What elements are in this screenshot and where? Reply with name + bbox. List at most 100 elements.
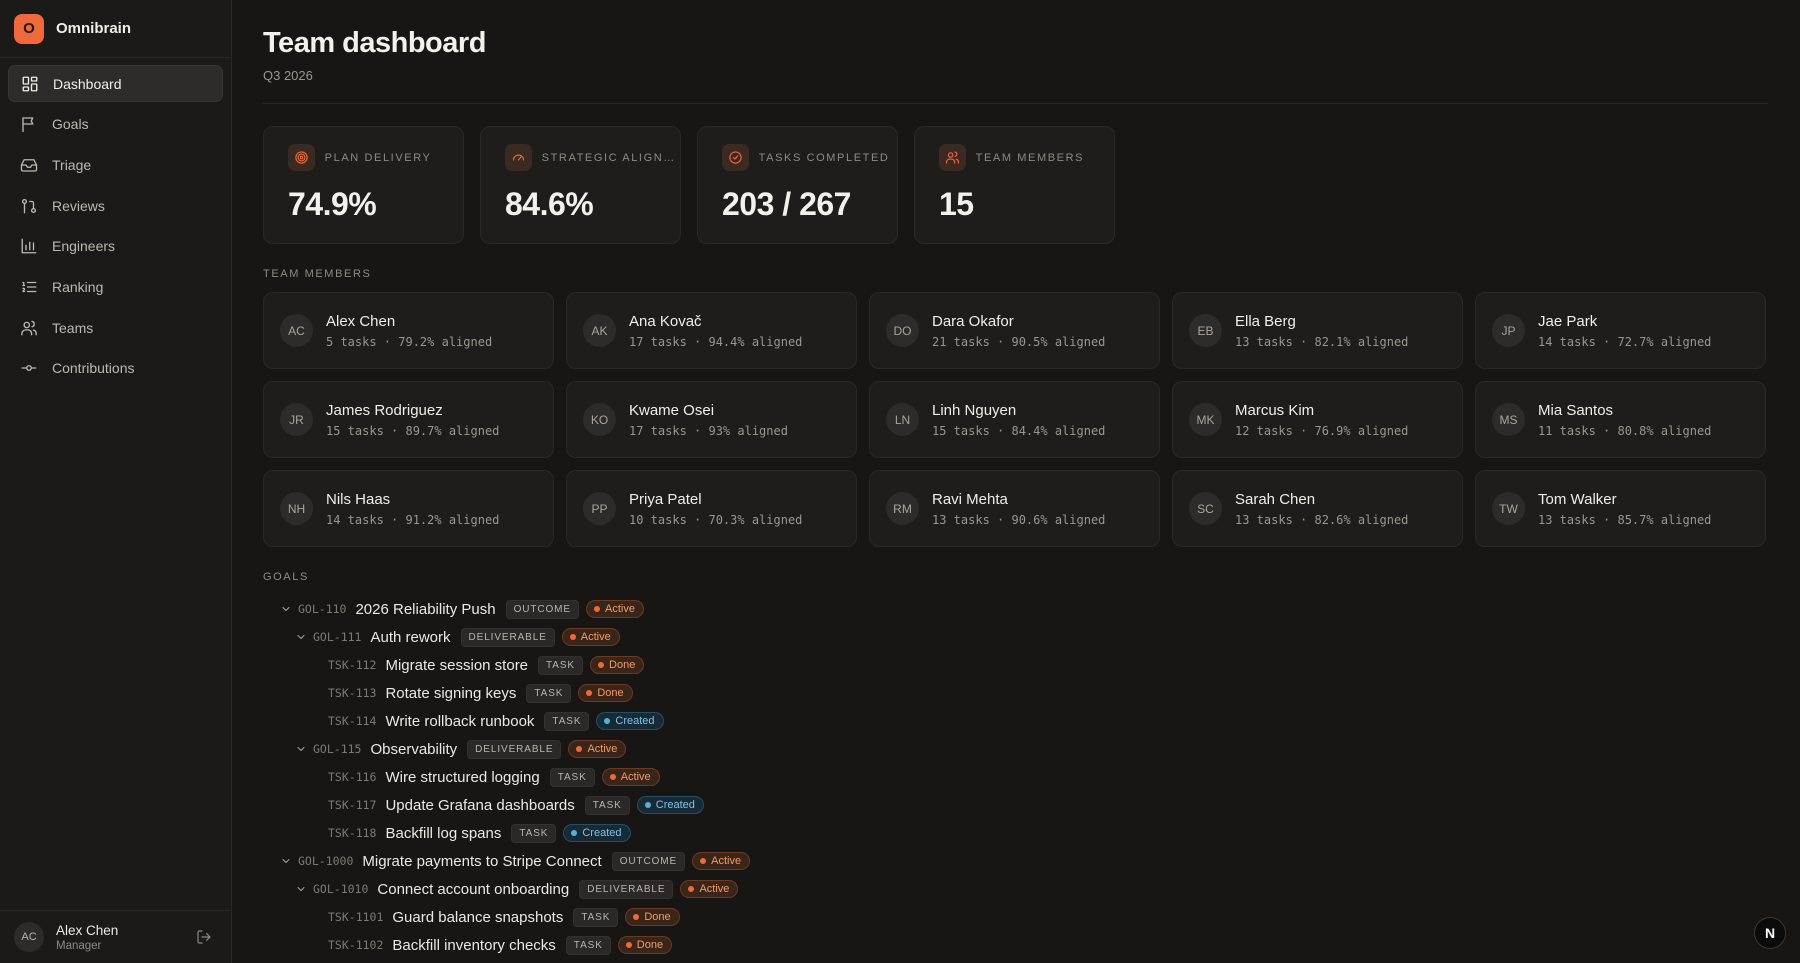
sidebar-item-triage[interactable]: Triage <box>8 146 223 183</box>
item-title[interactable]: Migrate payments to Stripe Connect <box>362 853 601 870</box>
member-stats: 17 tasks · 94.4% aligned <box>629 334 803 349</box>
chevron-down-icon[interactable] <box>295 631 307 643</box>
avatar: DO <box>886 314 919 347</box>
status-badge: Done <box>625 908 680 926</box>
member-card[interactable]: DO Dara Okafor 21 tasks · 90.5% aligned <box>869 292 1160 369</box>
item-title[interactable]: 2026 Reliability Push <box>355 601 495 618</box>
avatar: SC <box>1189 492 1222 525</box>
status-label: Active <box>699 883 730 895</box>
sidebar-item-reviews[interactable]: Reviews <box>8 187 223 224</box>
goal-row[interactable]: GOL-1000 Migrate payments to Stripe Conne… <box>263 847 1768 875</box>
avatar: LN <box>886 403 919 436</box>
status-badge: Active <box>680 880 739 898</box>
member-card[interactable]: TW Tom Walker 13 tasks · 85.7% aligned <box>1475 470 1766 547</box>
task-row[interactable]: TSK-1101 Guard balance snapshots TASK Done <box>263 903 1768 931</box>
next-logo-button[interactable]: N <box>1754 917 1786 949</box>
chevron-down-icon[interactable] <box>280 855 292 867</box>
item-title[interactable]: Rotate signing keys <box>385 685 516 702</box>
item-id: GOL-1000 <box>298 854 354 868</box>
member-card[interactable]: KO Kwame Osei 17 tasks · 93% aligned <box>566 381 857 458</box>
item-title[interactable]: Backfill inventory checks <box>392 937 555 954</box>
avatar: AC <box>280 314 313 347</box>
member-card[interactable]: AC Alex Chen 5 tasks · 79.2% aligned <box>263 292 554 369</box>
user-avatar: AC <box>14 922 44 952</box>
task-row[interactable]: TSK-118 Backfill log spans TASK Created <box>263 819 1768 847</box>
item-title[interactable]: Migrate session store <box>385 657 528 674</box>
sidebar-item-teams[interactable]: Teams <box>8 309 223 346</box>
stat-label: STRATEGIC ALIGNMENT <box>541 151 680 164</box>
item-id: TSK-1102 <box>328 938 384 952</box>
task-row[interactable]: TSK-113 Rotate signing keys TASK Done <box>263 679 1768 707</box>
member-name: Ana Kovač <box>629 312 702 330</box>
member-card[interactable]: RM Ravi Mehta 13 tasks · 90.6% aligned <box>869 470 1160 547</box>
git-commit-icon <box>20 359 38 377</box>
sidebar-item-label: Reviews <box>52 197 105 214</box>
gauge-icon <box>505 144 532 171</box>
member-card[interactable]: EB Ella Berg 13 tasks · 82.1% aligned <box>1172 292 1463 369</box>
user-profile[interactable]: AC Alex Chen Manager <box>0 910 232 963</box>
task-row[interactable]: TSK-1102 Backfill inventory checks TASK Don… <box>263 931 1768 959</box>
bar-chart-icon <box>20 237 38 255</box>
member-card[interactable]: NH Nils Haas 14 tasks · 91.2% aligned <box>263 470 554 547</box>
task-row[interactable]: TSK-114 Write rollback runbook TASK Created <box>263 707 1768 735</box>
status-label: Active <box>580 631 611 643</box>
inbox-icon <box>20 156 38 174</box>
chevron-down-icon[interactable] <box>295 883 307 895</box>
member-stats: 13 tasks · 90.6% aligned <box>932 512 1106 527</box>
item-title[interactable]: Connect account onboarding <box>377 881 569 898</box>
sidebar-item-engineers[interactable]: Engineers <box>8 228 223 265</box>
goal-row[interactable]: GOL-110 2026 Reliability Push OUTCOME Activ… <box>263 595 1768 623</box>
member-name: Nils Haas <box>326 490 391 508</box>
sidebar-item-label: Ranking <box>52 278 104 295</box>
task-row[interactable]: TSK-112 Migrate session store TASK Done <box>263 651 1768 679</box>
status-label: Active <box>711 855 742 867</box>
stat-card-tasks-completed: TASKS COMPLETED 203 / 267 <box>697 126 898 244</box>
member-card[interactable]: SC Sarah Chen 13 tasks · 82.6% aligned <box>1172 470 1463 547</box>
chevron-down-icon[interactable] <box>295 743 307 755</box>
status-badge: Created <box>636 796 704 814</box>
goal-row[interactable]: GOL-111 Auth rework DELIVERABLE Active <box>263 623 1768 651</box>
type-badge: TASK <box>573 907 619 927</box>
goal-row[interactable]: GOL-115 Observability DELIVERABLE Active <box>263 735 1768 763</box>
sidebar: O Omnibrain Dashboard Goals Triage Reviews E… <box>0 0 232 963</box>
item-id: GOL-1010 <box>313 882 369 896</box>
sidebar-item-contributions[interactable]: Contributions <box>8 350 223 387</box>
git-pull-request-icon <box>20 197 38 215</box>
brand-logo: O <box>14 13 44 44</box>
sidebar-item-ranking[interactable]: Ranking <box>8 268 223 305</box>
sidebar-item-dashboard[interactable]: Dashboard <box>8 65 223 102</box>
item-title[interactable]: Wire structured logging <box>385 769 539 786</box>
item-id: TSK-112 <box>328 658 377 672</box>
logout-icon[interactable] <box>196 929 212 945</box>
dashboard-icon <box>21 75 39 93</box>
member-card[interactable]: MK Marcus Kim 12 tasks · 76.9% aligned <box>1172 381 1463 458</box>
task-row[interactable]: TSK-117 Update Grafana dashboards TASK Crea… <box>263 791 1768 819</box>
item-title[interactable]: Observability <box>370 741 457 758</box>
chevron-down-icon[interactable] <box>280 603 292 615</box>
member-card[interactable]: MS Mia Santos 11 tasks · 80.8% aligned <box>1475 381 1766 458</box>
member-card[interactable]: LN Linh Nguyen 15 tasks · 84.4% aligned <box>869 381 1160 458</box>
brand-header[interactable]: O Omnibrain <box>0 0 231 58</box>
type-badge: OUTCOME <box>611 851 686 871</box>
member-card[interactable]: AK Ana Kovač 17 tasks · 94.4% aligned <box>566 292 857 369</box>
sidebar-item-label: Teams <box>52 319 94 336</box>
item-title[interactable]: Backfill log spans <box>385 825 501 842</box>
goal-row[interactable]: GOL-1010 Connect account onboarding DELIVE… <box>263 875 1768 903</box>
member-card[interactable]: PP Priya Patel 10 tasks · 70.3% aligned <box>566 470 857 547</box>
sidebar-nav: Dashboard Goals Triage Reviews Engineers Rank… <box>0 58 231 398</box>
member-card[interactable]: JR James Rodriguez 15 tasks · 89.7% aligne… <box>263 381 554 458</box>
item-title[interactable]: Auth rework <box>370 629 450 646</box>
avatar: MS <box>1492 403 1525 436</box>
member-card[interactable]: JP Jae Park 14 tasks · 72.7% aligned <box>1475 292 1766 369</box>
type-badge: TASK <box>526 683 572 703</box>
item-title[interactable]: Write rollback runbook <box>385 713 534 730</box>
member-stats: 14 tasks · 72.7% aligned <box>1538 334 1712 349</box>
member-name: Dara Okafor <box>932 312 1014 330</box>
task-row[interactable]: TSK-116 Wire structured logging TASK Active <box>263 763 1768 791</box>
status-label: Created <box>582 827 622 839</box>
sidebar-item-goals[interactable]: Goals <box>8 106 223 143</box>
item-title[interactable]: Guard balance snapshots <box>392 909 563 926</box>
item-title[interactable]: Update Grafana dashboards <box>385 797 574 814</box>
item-id: GOL-115 <box>313 742 362 756</box>
type-badge: TASK <box>511 823 557 843</box>
